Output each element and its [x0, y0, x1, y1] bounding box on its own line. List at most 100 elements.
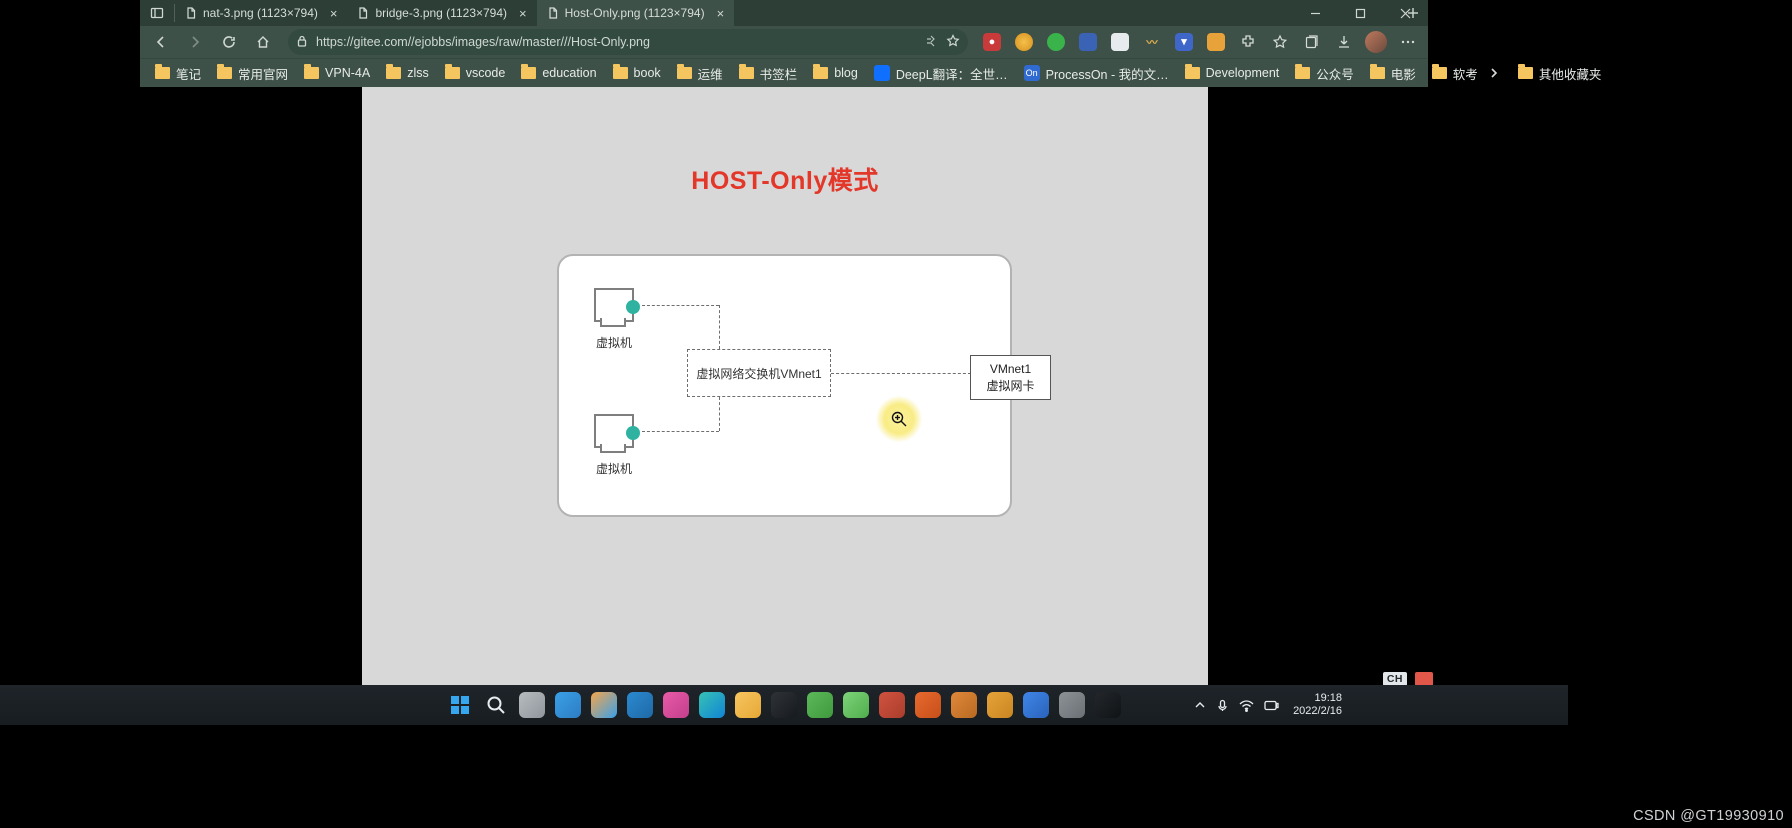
bookmark-label: blog [834, 66, 858, 80]
extensions-button[interactable] [1234, 28, 1262, 56]
bookmark-13[interactable]: 公众号 [1288, 61, 1361, 85]
cursor-highlight [876, 396, 922, 442]
taskbar-weixin[interactable] [803, 688, 837, 722]
taskbar-search[interactable] [479, 688, 513, 722]
favorites-button[interactable] [1266, 28, 1294, 56]
bookmark-label: DeepL翻译：全世… [896, 64, 1008, 83]
taskbar-start[interactable] [443, 688, 477, 722]
sogou-icon [1415, 672, 1433, 686]
folder-icon [739, 67, 754, 79]
ext-wave[interactable]: 〰 [1138, 28, 1166, 56]
taskbar-explorer[interactable] [731, 688, 765, 722]
downloads-button[interactable] [1330, 28, 1358, 56]
tab-0[interactable]: nat-3.png (1123×794) × [175, 0, 347, 26]
bookmark-label: 电影 [1391, 64, 1416, 83]
bookmark-4[interactable]: vscode [438, 61, 513, 85]
home-button[interactable] [248, 28, 278, 56]
app-icon [735, 692, 761, 718]
bookmarks-overflow-button[interactable] [1489, 66, 1499, 80]
folder-icon [521, 67, 536, 79]
ext-orange[interactable] [1202, 28, 1230, 56]
taskbar-store[interactable] [587, 688, 621, 722]
browser-titlebar: nat-3.png (1123×794) × bridge-3.png (112… [140, 0, 1428, 26]
taskbar-edge[interactable] [695, 688, 729, 722]
folder-icon [1295, 67, 1310, 79]
bookmark-7[interactable]: 运维 [670, 61, 730, 85]
menu-button[interactable] [1394, 28, 1422, 56]
bookmark-9[interactable]: blog [806, 61, 865, 85]
mic-icon[interactable] [1216, 699, 1229, 712]
tab-strip: nat-3.png (1123×794) × bridge-3.png (112… [175, 0, 1398, 26]
bookmark-11[interactable]: OnProcessOn - 我的文… [1017, 61, 1176, 85]
back-button[interactable] [146, 28, 176, 56]
taskbar-widgets[interactable] [551, 688, 585, 722]
favorite-icon[interactable] [946, 34, 960, 51]
wire [642, 305, 719, 306]
vm-node-2 [594, 414, 634, 448]
read-aloud-icon[interactable] [924, 34, 938, 51]
bookmark-2[interactable]: VPN-4A [297, 61, 377, 85]
profile-avatar[interactable] [1362, 28, 1390, 56]
bookmark-3[interactable]: zlss [379, 61, 436, 85]
bookmark-14[interactable]: 电影 [1363, 61, 1423, 85]
taskbar-taskview[interactable] [515, 688, 549, 722]
ext-green[interactable] [1042, 28, 1070, 56]
folder-icon [1185, 67, 1200, 79]
close-icon[interactable]: × [330, 7, 338, 20]
bookmark-15[interactable]: 软考 [1425, 61, 1485, 85]
ext-red[interactable]: ● [978, 28, 1006, 56]
minimize-button[interactable] [1293, 0, 1338, 26]
tab-1[interactable]: bridge-3.png (1123×794) × [347, 0, 536, 26]
close-icon[interactable]: × [519, 7, 527, 20]
taskbar-terminal[interactable] [1091, 688, 1125, 722]
zoom-in-icon [890, 410, 908, 428]
other-bookmarks[interactable]: 其他收藏夹 [1511, 61, 1609, 85]
taskbar-apps [439, 685, 1129, 725]
bookmark-label: book [634, 66, 661, 80]
taskbar-send[interactable] [659, 688, 693, 722]
browser-window: nat-3.png (1123×794) × bridge-3.png (112… [140, 0, 1428, 685]
taskbar-settings[interactable] [1055, 688, 1089, 722]
taskbar-clock[interactable] [767, 688, 801, 722]
bookmark-6[interactable]: book [606, 61, 668, 85]
bookmark-8[interactable]: 书签栏 [732, 61, 805, 85]
wire [719, 305, 720, 349]
close-icon[interactable]: × [717, 7, 725, 20]
bookmark-12[interactable]: Development [1178, 61, 1287, 85]
ext-blue[interactable] [1074, 28, 1102, 56]
ext-box[interactable]: ▾ [1170, 28, 1198, 56]
collections-button[interactable] [1298, 28, 1326, 56]
taskbar-todo[interactable] [1019, 688, 1053, 722]
chevron-up-icon[interactable] [1194, 699, 1206, 711]
tab-2[interactable]: Host-Only.png (1123×794) × [537, 0, 735, 26]
tab-label: nat-3.png (1123×794) [203, 6, 318, 20]
system-tray[interactable]: 19:18 2022/2/16 [1194, 685, 1342, 725]
taskbar-media[interactable] [947, 688, 981, 722]
bookmark-5[interactable]: education [514, 61, 603, 85]
bookmark-10[interactable]: DeepL翻译：全世… [867, 61, 1015, 85]
window-controls [1293, 0, 1428, 26]
forward-button[interactable] [180, 28, 210, 56]
vnet-line1: VMnet1 [990, 361, 1031, 377]
taskbar-chat[interactable] [839, 688, 873, 722]
windows-taskbar[interactable]: 19:18 2022/2/16 [0, 685, 1568, 725]
tab-actions-icon[interactable] [140, 0, 174, 26]
app-icon [555, 692, 581, 718]
clock[interactable]: 19:18 2022/2/16 [1293, 692, 1342, 717]
taskbar-wps[interactable] [911, 688, 945, 722]
wifi-icon[interactable] [1239, 699, 1254, 712]
taskbar-tool[interactable] [983, 688, 1017, 722]
taskbar-vpn[interactable] [875, 688, 909, 722]
ext-chat[interactable] [1106, 28, 1134, 56]
bookmark-0[interactable]: 笔记 [148, 61, 208, 85]
app-icon [843, 692, 869, 718]
refresh-button[interactable] [214, 28, 244, 56]
ext-globe[interactable] [1010, 28, 1038, 56]
taskbar-mail[interactable] [623, 688, 657, 722]
page-viewport[interactable]: HOST-Only模式 虚拟机 虚拟机 虚拟网络交换机VMnet1 [140, 87, 1428, 685]
address-bar[interactable]: https://gitee.com//ejobbs/images/raw/mas… [288, 29, 968, 55]
maximize-button[interactable] [1338, 0, 1383, 26]
bookmark-1[interactable]: 常用官网 [210, 61, 295, 85]
close-button[interactable] [1383, 0, 1428, 26]
battery-icon[interactable] [1264, 700, 1279, 711]
